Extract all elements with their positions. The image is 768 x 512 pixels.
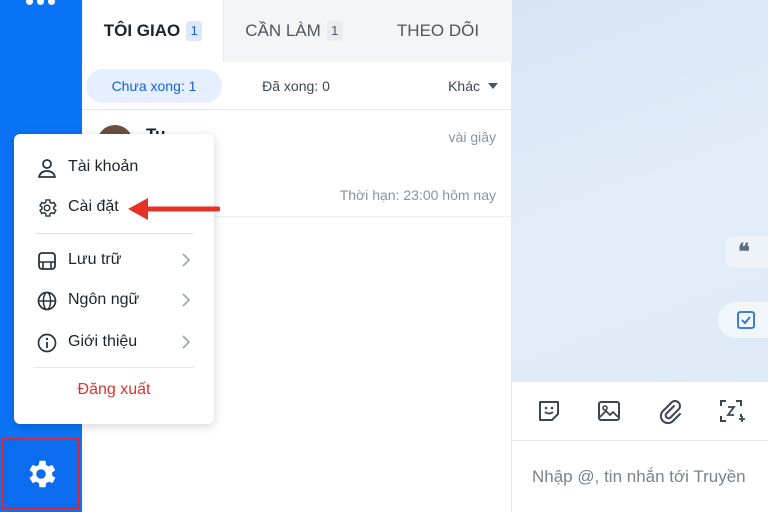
menu-item-label: Giới thiệu <box>68 333 138 350</box>
chevron-right-icon <box>182 253 191 267</box>
menu-item-storage[interactable]: Lưu trữ <box>14 241 214 279</box>
chevron-right-icon <box>182 293 191 307</box>
menu-divider <box>34 233 194 234</box>
user-icon <box>38 159 56 178</box>
tab-count-badge: 1 <box>186 21 203 41</box>
attachment-button[interactable] <box>655 396 685 426</box>
task-deadline: Thời hạn: 23:00 hôm nay <box>339 187 496 203</box>
task-filters: Chưa xong: 1 Đã xong: 0 Khác <box>82 62 512 110</box>
tab-count-badge: 1 <box>326 21 343 41</box>
filter-other-label: Khác <box>448 78 480 94</box>
menu-item-label: Cài đặt <box>68 198 119 215</box>
image-icon <box>598 401 620 421</box>
task-tabs: TÔI GIAO 1 CẦN LÀM 1 THEO DÕI <box>82 0 512 62</box>
sticker-button[interactable] <box>534 396 564 426</box>
tab-theo-doi[interactable]: THEO DÕI <box>364 0 512 62</box>
menu-item-label: Ngôn ngữ <box>68 291 140 308</box>
checkbox-icon <box>737 311 755 329</box>
gear-icon <box>29 460 55 487</box>
filter-done[interactable]: Đã xong: 0 <box>232 69 360 103</box>
checklist-button[interactable] <box>718 302 768 338</box>
apps-icon[interactable] <box>26 0 56 6</box>
menu-item-language[interactable]: Ngôn ngữ <box>14 281 214 319</box>
filter-unfinished[interactable]: Chưa xong: 1 <box>86 69 222 103</box>
attachment-icon <box>659 400 681 424</box>
menu-item-about[interactable]: Giới thiệu <box>14 323 214 361</box>
menu-item-label: Lưu trữ <box>68 251 122 268</box>
screenshot-icon <box>720 400 745 422</box>
rail-settings-button[interactable] <box>1 438 80 509</box>
logout-button[interactable]: Đăng xuất <box>14 381 214 407</box>
caret-down-icon <box>488 83 498 89</box>
tab-label: THEO DÕI <box>396 21 480 40</box>
tab-label: CẦN LÀM <box>245 21 321 40</box>
menu-item-account[interactable]: Tài khoản <box>14 148 214 186</box>
task-time: vài giây <box>448 129 496 145</box>
tab-label: TÔI GIAO <box>103 21 181 40</box>
screenshot-button[interactable] <box>716 396 746 426</box>
app-window: TÔI GIAO 1 CẦN LÀM 1 THEO DÕI Chưa xong:… <box>0 0 768 512</box>
image-button[interactable] <box>594 396 624 426</box>
annotation-arrow-icon <box>128 198 220 220</box>
message-composer <box>512 441 768 512</box>
info-icon <box>37 333 57 353</box>
tab-toi-giao[interactable]: TÔI GIAO 1 <box>82 0 224 62</box>
chevron-right-icon <box>182 335 191 349</box>
menu-divider <box>34 367 194 368</box>
menu-item-label: Tài khoản <box>68 158 139 175</box>
message-input[interactable] <box>532 461 768 493</box>
quote-button[interactable]: ❝ <box>726 236 768 268</box>
quote-icon: ❝ <box>738 239 750 264</box>
tab-can-lam[interactable]: CẦN LÀM 1 <box>224 0 364 62</box>
settings-menu: Tài khoản Cài đặt Lưu trữ Ngôn ngữ Giới … <box>14 134 214 424</box>
composer-toolbar <box>512 381 768 441</box>
globe-icon <box>37 291 57 311</box>
filter-other-dropdown[interactable]: Khác <box>448 69 498 103</box>
gear-icon <box>39 199 57 217</box>
storage-icon <box>38 252 56 270</box>
sticker-icon <box>539 401 559 421</box>
